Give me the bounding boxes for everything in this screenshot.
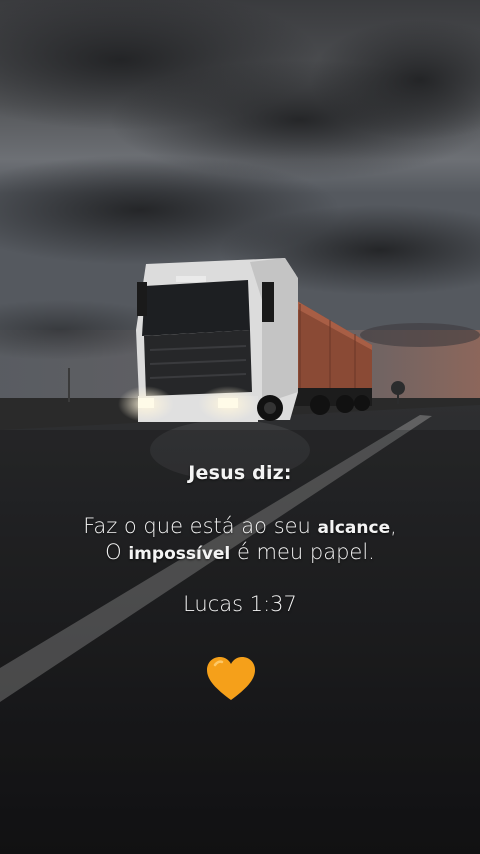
quote-line-1-text: Faz o que está ao seu (83, 514, 318, 538)
wallpaper-scene: Jesus diz: Faz o que está ao seu alcance… (0, 0, 480, 854)
bible-reference: Lucas 1:37 (183, 592, 297, 616)
quote-line-1-comma: , (390, 514, 397, 538)
quote-line-2-end: é meu papel. (230, 540, 375, 564)
quote-emphasis-impossivel: impossível (128, 544, 231, 564)
quote-line-2-start: O (105, 540, 129, 564)
quote-emphasis-alcance: alcance (317, 518, 391, 538)
quote-line-1: Faz o que está ao seu alcance, (0, 514, 480, 538)
quote-speaker: Jesus diz: (188, 462, 292, 484)
truck-road-background (0, 0, 480, 854)
quote-line-2: O impossível é meu papel. (0, 540, 480, 564)
orange-heart-icon (207, 657, 255, 700)
